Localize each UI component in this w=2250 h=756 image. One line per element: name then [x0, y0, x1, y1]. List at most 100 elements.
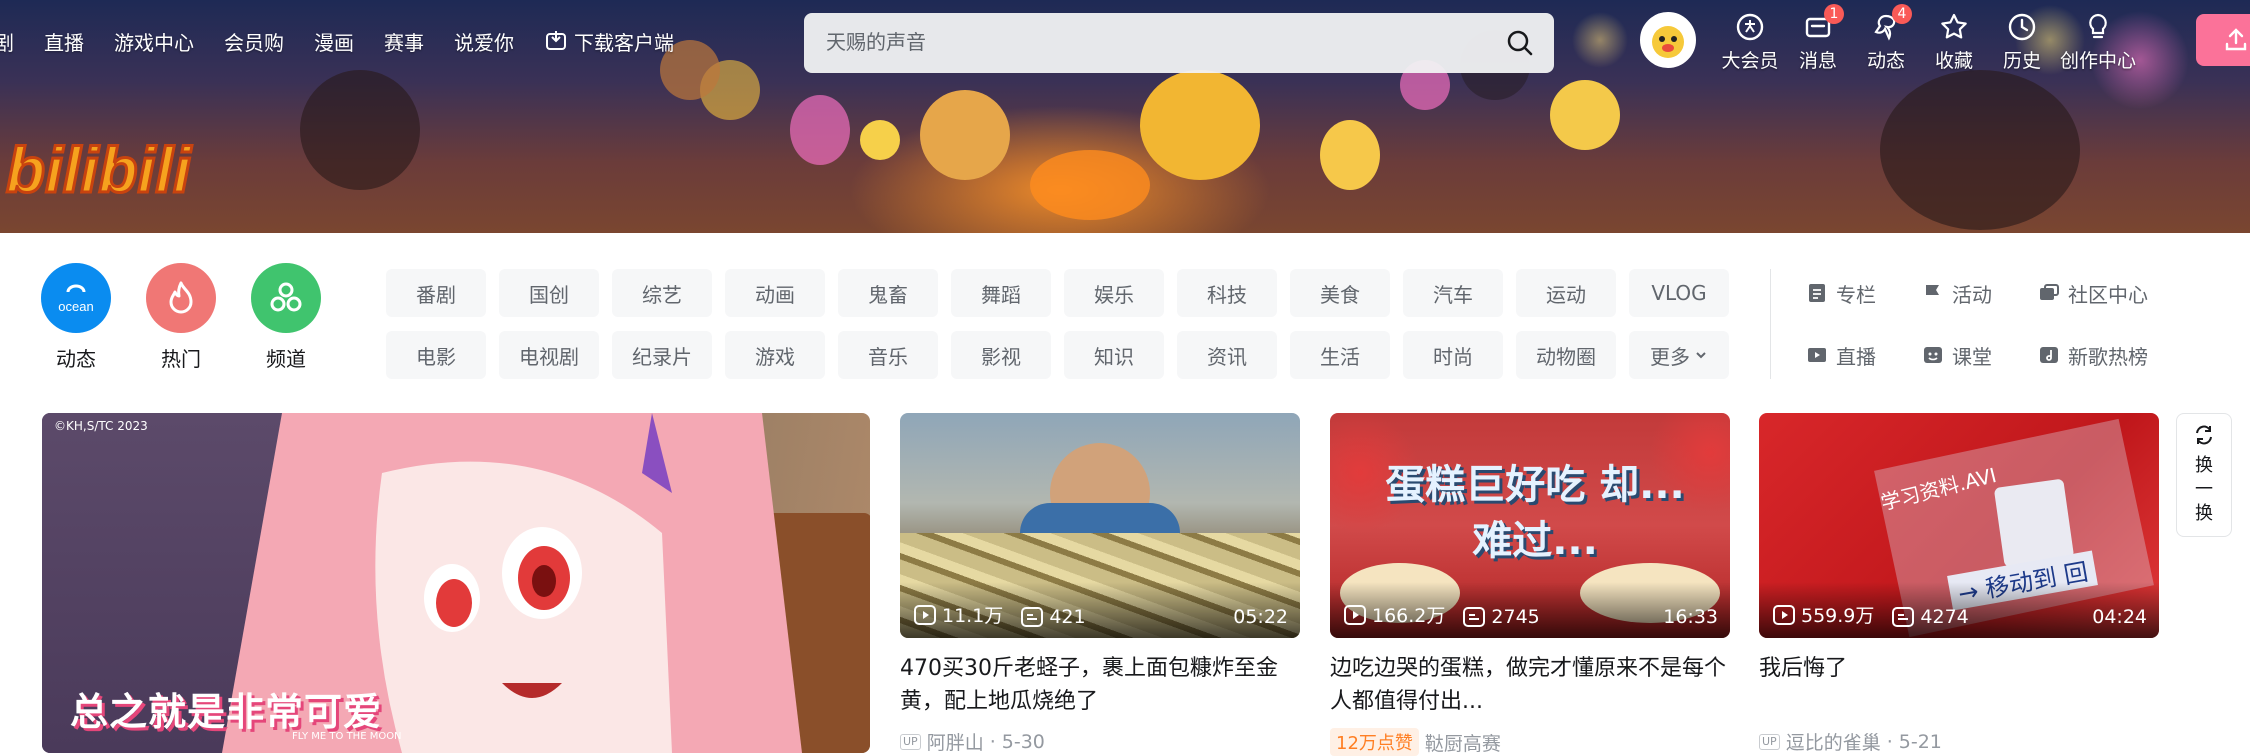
search-input[interactable]	[826, 27, 1476, 59]
video-author[interactable]: 鞑厨高赛	[1425, 729, 1501, 756]
star-icon	[1941, 13, 1967, 39]
side-link-community[interactable]: 社区中心	[2038, 269, 2198, 317]
side-link-live[interactable]: 直播	[1806, 331, 1922, 379]
category-entertainment[interactable]: 娱乐	[1064, 269, 1164, 317]
tool-favorites-label: 收藏	[1934, 50, 1973, 72]
video-card[interactable]: 学习资料.AVI → 移动到 回 559.9万 4274 04:24 我后悔了 …	[1759, 413, 2159, 755]
up-icon: UP	[900, 733, 921, 750]
category-news[interactable]: 资讯	[1177, 331, 1277, 379]
side-link-activity-label: 活动	[1952, 282, 1992, 307]
category-kichiku[interactable]: 鬼畜	[838, 269, 938, 317]
side-link-classroom-label: 课堂	[1952, 344, 1992, 369]
category-film[interactable]: 影视	[951, 331, 1051, 379]
quick-entry-dynamic[interactable]: ocean 动态	[36, 263, 116, 372]
nav-item-bangumi[interactable]: 剧	[0, 27, 14, 56]
category-animation[interactable]: 动画	[725, 269, 825, 317]
quick-entry-hot-label: 热门	[161, 347, 201, 371]
avatar-image	[1642, 14, 1694, 66]
nav-item-live[interactable]: 直播	[44, 27, 84, 56]
video-title[interactable]: 我后悔了	[1759, 652, 2159, 718]
refresh-label-1: 换	[2195, 455, 2213, 476]
hot-badge: 12万点赞	[1330, 728, 1419, 756]
side-link-classroom[interactable]: 课堂	[1922, 331, 2038, 379]
video-title[interactable]: 470买30斤老蛏子，裹上面包糠炸至金黄，配上地瓜烧绝了	[900, 652, 1300, 718]
featured-caption: 总之就是非常可爱	[70, 690, 383, 734]
classroom-icon	[1924, 347, 1942, 363]
category-music[interactable]: 音乐	[838, 331, 938, 379]
category-grid: 番剧 国创 综艺 动画 鬼畜 舞蹈 娱乐 科技 美食 汽车 运动 VLOG 电影…	[386, 269, 1729, 379]
category-tech[interactable]: 科技	[1177, 269, 1277, 317]
tool-history-label: 历史	[2002, 50, 2041, 72]
category-animal[interactable]: 动物圈	[1516, 331, 1616, 379]
video-thumbnail[interactable]: 蛋糕巨好吃 却...难过... 166.2万 2745 16:33	[1330, 413, 1730, 638]
banner-chick	[1140, 70, 1260, 180]
side-link-column[interactable]: 专栏	[1806, 269, 1922, 317]
tool-dynamic[interactable]: 4 动态	[1852, 4, 1920, 73]
tool-favorites[interactable]: 收藏	[1920, 12, 1988, 73]
tool-vip[interactable]: 大会员	[1716, 12, 1784, 73]
category-sports[interactable]: 运动	[1516, 269, 1616, 317]
category-more[interactable]: 更多	[1629, 331, 1729, 379]
category-vlog[interactable]: VLOG	[1629, 269, 1729, 317]
category-car[interactable]: 汽车	[1403, 269, 1503, 317]
nav-item-match[interactable]: 赛事	[384, 27, 424, 56]
category-documentary[interactable]: 纪录片	[612, 331, 712, 379]
tool-creator-center[interactable]: 创作中心	[2056, 12, 2140, 73]
featured-carousel[interactable]: ©KH,S/TC 2023 总之就是非常可爱 FLY ME TO THE MOO…	[42, 413, 870, 753]
video-thumbnail[interactable]: 11.1万 421 05:22	[900, 413, 1300, 638]
tool-message[interactable]: 1 消息	[1784, 4, 1852, 73]
category-variety[interactable]: 综艺	[612, 269, 712, 317]
chevron-down-icon	[1696, 352, 1706, 359]
video-card[interactable]: 蛋糕巨好吃 却...难过... 166.2万 2745 16:33 边吃边哭的蛋…	[1330, 413, 1730, 756]
flame-icon	[146, 263, 216, 333]
category-more-label: 更多	[1650, 344, 1690, 369]
download-client-link[interactable]: 下载客户端	[544, 27, 674, 56]
video-title[interactable]: 边吃边哭的蛋糕，做完才懂原来不是每个人都值得付出...	[1330, 652, 1730, 718]
nav-item-game-center[interactable]: 游戏中心	[114, 27, 194, 56]
nav-item-special[interactable]: 说爱你	[454, 27, 514, 56]
category-bangumi[interactable]: 番剧	[386, 269, 486, 317]
channel-icon	[251, 263, 321, 333]
side-link-activity[interactable]: 活动	[1922, 269, 2038, 317]
quick-entry-channel[interactable]: 频道	[246, 263, 326, 372]
user-avatar[interactable]	[1640, 12, 1696, 68]
top-nav-left: 剧 直播 游戏中心 会员购 漫画 赛事 说爱你 下载客户端	[0, 26, 704, 56]
category-game[interactable]: 游戏	[725, 331, 825, 379]
danmaku-count: 421	[1021, 606, 1086, 628]
banner-decoration	[790, 95, 850, 165]
video-card[interactable]: 11.1万 421 05:22 470买30斤老蛏子，裹上面包糠炸至金黄，配上地…	[900, 413, 1300, 755]
danmaku-icon	[1463, 607, 1486, 627]
video-author[interactable]: 逗比的雀巢	[1786, 728, 1881, 755]
category-guochuang[interactable]: 国创	[499, 269, 599, 317]
side-link-music[interactable]: 新歌热榜	[2038, 331, 2198, 379]
tool-creator-label: 创作中心	[2059, 50, 2136, 72]
category-food[interactable]: 美食	[1290, 269, 1390, 317]
category-dance[interactable]: 舞蹈	[951, 269, 1051, 317]
upload-button[interactable]	[2196, 14, 2250, 66]
search-icon[interactable]	[1506, 29, 1534, 57]
bilibili-logo[interactable]: bilibili	[4, 100, 204, 210]
nav-item-manga[interactable]: 漫画	[314, 27, 354, 56]
category-movie[interactable]: 电影	[386, 331, 486, 379]
refresh-icon	[2196, 425, 2212, 445]
category-fashion[interactable]: 时尚	[1403, 331, 1503, 379]
search-box	[804, 13, 1554, 73]
category-knowledge[interactable]: 知识	[1064, 331, 1164, 379]
video-author[interactable]: 阿胖山	[927, 728, 984, 755]
view-count-value: 166.2万	[1372, 605, 1446, 627]
music-icon	[2040, 347, 2058, 363]
refresh-recommendations-button[interactable]: 换 一 换	[2176, 413, 2232, 537]
category-tv[interactable]: 电视剧	[499, 331, 599, 379]
view-count-value: 11.1万	[942, 605, 1004, 627]
video-meta: UP 阿胖山 · 5-30	[900, 728, 1300, 755]
quick-entry-channel-label: 频道	[266, 347, 306, 371]
nav-item-shop[interactable]: 会员购	[224, 27, 284, 56]
quick-entry-hot[interactable]: 热门	[141, 263, 221, 372]
video-meta: UP 逗比的雀巢 · 5-21	[1759, 728, 2159, 755]
side-link-music-label: 新歌热榜	[2068, 344, 2148, 369]
column-icon	[1809, 284, 1825, 302]
category-life[interactable]: 生活	[1290, 331, 1390, 379]
video-thumbnail[interactable]: 学习资料.AVI → 移动到 回 559.9万 4274 04:24	[1759, 413, 2159, 638]
upload-icon	[2225, 28, 2247, 51]
tool-history[interactable]: 历史	[1988, 12, 2056, 73]
